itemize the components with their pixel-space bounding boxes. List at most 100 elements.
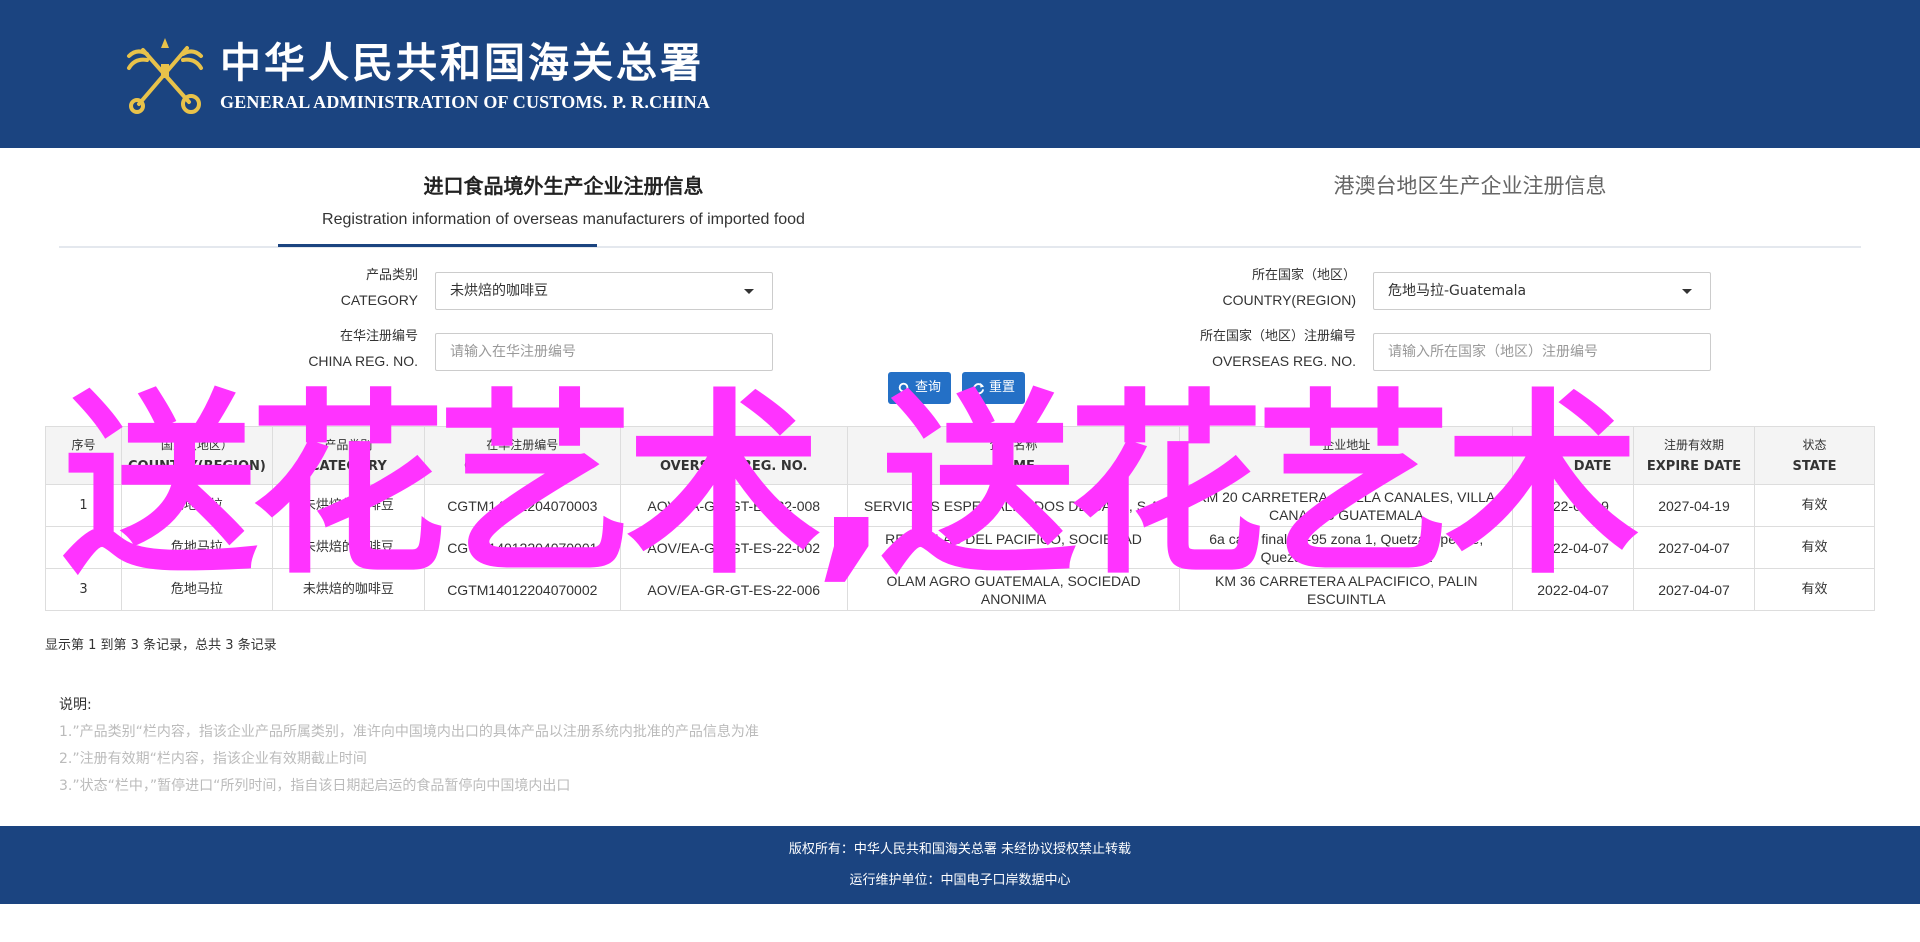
column-header-en: EXPIRE DATE xyxy=(1646,458,1742,474)
table-cell: 3 xyxy=(45,568,122,611)
table-cell-text: 3 xyxy=(79,581,88,597)
category-label-cn: 产品类别 xyxy=(365,268,418,283)
tab-hk-macau-taiwan[interactable]: 港澳台地区生产企业注册信息 xyxy=(1059,148,1881,200)
table-cell: SERVICIOS ESPECIALIZADOS DE CAFE, S.A. xyxy=(846,484,1181,527)
pagination-summary: 显示第 1 到第 3 条记录，总共 3 条记录 xyxy=(45,638,277,653)
table-cell-text: 2 xyxy=(79,539,88,555)
table-cell: 2022-04-07 xyxy=(1512,526,1635,569)
note-item: 1.”产品类别“栏内容，指该企业产品所属类别，准许向中国境内出口的具体产品以注册… xyxy=(59,724,759,740)
overseas-reg-label-cn: 所在国家（地区）注册编号 xyxy=(1199,329,1356,344)
tab-overseas-manufacturers[interactable]: 进口食品境外生产企业注册信息 Registration information … xyxy=(59,148,1068,247)
column-header-en: REG. DATE xyxy=(1534,458,1612,474)
column-header-cn: 企业名称 xyxy=(989,437,1038,452)
table-cell-text: SERVICIOS ESPECIALIZADOS DE CAFE, S.A. xyxy=(863,497,1164,514)
overseas-reg-placeholder: 请输入所在国家（地区）注册编号 xyxy=(1388,344,1598,360)
active-tab-indicator xyxy=(278,244,597,247)
category-label: 产品类别 CATEGORY xyxy=(118,264,418,312)
china-reg-label-en: CHINA REG. NO. xyxy=(308,353,418,369)
table-cell-text: 有效 xyxy=(1801,581,1828,597)
notes-title: 说明: xyxy=(59,697,92,713)
table-cell: 未烘焙的咖啡豆 xyxy=(271,526,425,569)
table-cell-text: 2022-04-07 xyxy=(1537,581,1609,598)
china-reg-input[interactable]: 请输入在华注册编号 xyxy=(435,333,773,371)
country-label-cn: 所在国家（地区） xyxy=(1251,268,1356,283)
column-header: 状态 STATE xyxy=(1754,426,1875,485)
column-header-cn: 所在国家（地区）注册编号 xyxy=(661,437,806,452)
table-cell-text: 6a calle final 25-95 zona 1, Quetzaltepe… xyxy=(1209,530,1484,565)
site-footer: 版权所有：中华人民共和国海关总署 未经协议授权禁止转载 运行维护单位：中国电子口… xyxy=(0,826,1920,904)
column-header-en: NO. xyxy=(70,458,97,474)
country-select-value: 危地马拉-Guatemala xyxy=(1388,283,1527,299)
column-header: 序号 NO. xyxy=(45,426,122,485)
column-header-cn: 产品类别 xyxy=(324,437,373,452)
table-cell-text: 2022-04-07 xyxy=(1537,539,1609,556)
china-reg-label-cn: 在华注册编号 xyxy=(339,329,418,344)
table-cell-text: AOV/EA-GR-GT-ES-22-002 xyxy=(647,539,821,556)
table-cell-text: 1 xyxy=(79,497,88,513)
column-header: 企业地址 ADDRESS xyxy=(1179,426,1514,485)
table-cell-text: 2027-04-07 xyxy=(1658,539,1730,556)
table-cell: 未烘焙的咖啡豆 xyxy=(271,484,425,527)
column-header: 企业名称 NAME xyxy=(846,426,1181,485)
column-header-cn: 注册有效期 xyxy=(1664,437,1725,452)
table-cell: KM 20 CARRETERA A VILLA CANALES, VILLA C… xyxy=(1179,484,1514,527)
overseas-reg-input[interactable]: 请输入所在国家（地区）注册编号 xyxy=(1373,333,1711,371)
table-header-row: 序号 NO. 国家（地区） COUNTRY(REGION) 产品类别 CATEGORY 在华… xyxy=(45,426,1875,485)
table-cell: 有效 xyxy=(1754,568,1875,611)
table-row[interactable]: 2 危地马拉 未烘焙的咖啡豆 CGTM14012204070001 AOV/EA-GR-… xyxy=(45,526,1875,569)
china-reg-placeholder: 请输入在华注册编号 xyxy=(450,344,576,360)
maintainer-text: 运行维护单位：中国电子口岸数据中心 xyxy=(849,873,1071,888)
table-cell: 有效 xyxy=(1754,526,1875,569)
column-header-en: NAME xyxy=(992,458,1035,474)
table-cell-text: RETRILLAS DEL PACIFICO, SOCIEDAD ANONIMA xyxy=(885,530,1142,565)
search-button-label: 查询 xyxy=(915,380,942,395)
table-cell: CGTM14012204070002 xyxy=(423,568,621,611)
table-cell: 危地马拉 xyxy=(120,484,273,527)
copyright-text: 版权所有：中华人民共和国海关总署 未经协议授权禁止转载 xyxy=(788,842,1132,857)
column-header: 在华注册编号 CHINA REG. NO. xyxy=(423,426,621,485)
table-cell: AOV/EA-GR-GT-ES-22-002 xyxy=(619,526,848,569)
table-cell-text: 2027-04-07 xyxy=(1658,581,1730,598)
table-cell: CGTM14012204070003 xyxy=(423,484,621,527)
table-cell: 1 xyxy=(45,484,122,527)
table-cell-text: 有效 xyxy=(1801,497,1828,513)
table-cell-text: OLAM AGRO GUATEMALA, SOCIEDAD ANONIMA xyxy=(886,572,1141,607)
table-cell: 未烘焙的咖啡豆 xyxy=(271,568,425,611)
column-header-en: CATEGORY xyxy=(309,458,387,474)
search-button[interactable]: 查询 xyxy=(888,372,952,404)
country-select[interactable]: 危地马拉-Guatemala xyxy=(1373,272,1711,310)
reset-button-label: 重置 xyxy=(989,380,1016,395)
table-cell-text: CGTM14012204070002 xyxy=(447,581,598,598)
site-logo[interactable]: 中华人民共和国海关总署 GENERAL ADMINISTRATION OF CU… xyxy=(125,34,710,116)
china-reg-label: 在华注册编号 CHINA REG. NO. xyxy=(118,325,418,373)
tab-bar: 进口食品境外生产企业注册信息 Registration information … xyxy=(59,148,1861,248)
table-row[interactable]: 1 危地马拉 未烘焙的咖啡豆 CGTM14012204070003 AOV/EA-GR-… xyxy=(45,484,1875,527)
column-header-en: OVERSEAS REG. NO. xyxy=(659,458,808,474)
table-cell: 2027-04-07 xyxy=(1633,568,1756,611)
table-cell-text: 危地马拉 xyxy=(170,581,223,597)
table-body: 1 危地马拉 未烘焙的咖啡豆 CGTM14012204070003 AOV/EA-GR-… xyxy=(45,484,1875,611)
site-title-en: GENERAL ADMINISTRATION OF CUSTOMS. P. R.… xyxy=(220,91,711,112)
site-title-cn: 中华人民共和国海关总署 xyxy=(220,38,704,87)
tab-label-cn: 进口食品境外生产企业注册信息 xyxy=(423,174,704,198)
overseas-reg-label: 所在国家（地区）注册编号 OVERSEAS REG. NO. xyxy=(1056,325,1356,373)
column-header: 注册日期 REG. DATE xyxy=(1512,426,1635,485)
table-row[interactable]: 3 危地马拉 未烘焙的咖啡豆 CGTM14012204070002 AOV/EA-GR-… xyxy=(45,568,1875,611)
note-item: 3.”状态“栏中，”暂停进口“所列时间，指自该日期起启运的食品暂停向中国境内出口 xyxy=(59,778,571,794)
table-cell: AOV/EA-GR-GT-ES-22-006 xyxy=(619,568,848,611)
table-cell: RETRILLAS DEL PACIFICO, SOCIEDAD ANONIMA xyxy=(846,526,1181,569)
note-item: 2.”注册有效期“栏内容，指该企业有效期截止时间 xyxy=(59,751,367,767)
customs-emblem-icon xyxy=(127,38,203,114)
reset-button[interactable]: 重置 xyxy=(962,372,1026,404)
tab-label-cn: 港澳台地区生产企业注册信息 xyxy=(1333,174,1607,198)
table-cell: KM 36 CARRETERA ALPACIFICO, PALIN ESCUIN… xyxy=(1179,568,1514,611)
column-header-cn: 注册日期 xyxy=(1549,437,1598,452)
table-cell-text: KM 36 CARRETERA ALPACIFICO, PALIN ESCUIN… xyxy=(1215,572,1478,607)
table-cell: 2027-04-19 xyxy=(1633,484,1756,527)
country-label-en: COUNTRY(REGION) xyxy=(1222,292,1356,308)
table-cell-text: AOV/EA-GR-GT-ES-22-008 xyxy=(647,497,821,514)
category-select[interactable]: 未烘焙的咖啡豆 xyxy=(435,272,773,310)
column-header-cn: 在华注册编号 xyxy=(486,437,559,452)
table-cell: AOV/EA-GR-GT-ES-22-008 xyxy=(619,484,848,527)
chevron-down-icon xyxy=(744,289,754,294)
